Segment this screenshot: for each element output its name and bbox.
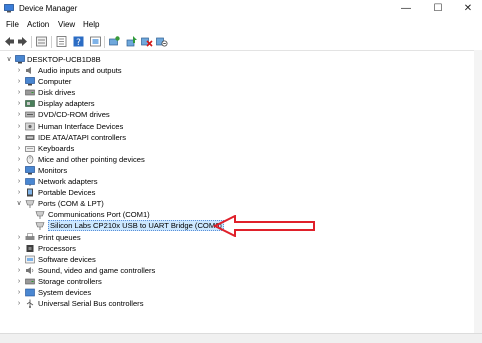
expand-chevron-icon[interactable]: ›	[15, 154, 23, 165]
device-view-icon[interactable]	[35, 35, 48, 48]
portable-device-icon	[27, 188, 33, 197]
tree-category-label: System devices	[38, 288, 92, 297]
collapse-chevron-icon[interactable]: ∨	[15, 198, 23, 209]
system-device-icon	[25, 288, 35, 297]
expand-chevron-icon[interactable]: ›	[15, 98, 23, 109]
hid-icon	[25, 122, 35, 130]
expand-chevron-icon[interactable]: ›	[15, 121, 23, 132]
tree-category-label: DVD/CD-ROM drives	[38, 110, 110, 120]
tree-category-label: Print queues	[38, 232, 81, 242]
expand-chevron-icon[interactable]: ›	[15, 243, 23, 254]
port-connector-icon	[35, 222, 45, 231]
expand-chevron-icon[interactable]: ›	[15, 132, 23, 143]
device-manager-window: Device Manager — ☐ ✕ File Action View He…	[0, 0, 482, 343]
tree-category-label: Disk drives	[38, 88, 76, 98]
forward-arrow-icon[interactable]	[16, 35, 29, 48]
tree-category-label: Display adapters	[38, 99, 95, 109]
mouse-icon	[26, 154, 34, 164]
port-icon	[25, 200, 35, 209]
close-button[interactable]: ✕	[454, 0, 482, 18]
printer-icon	[25, 232, 35, 240]
tree-category-label: Mice and other pointing devices	[38, 154, 145, 164]
minimize-button[interactable]: —	[392, 0, 420, 18]
expand-chevron-icon[interactable]: ›	[15, 232, 23, 243]
sound-icon	[26, 266, 34, 274]
menu-action[interactable]: Action	[27, 20, 49, 29]
port-connector-icon	[35, 211, 45, 220]
tree-category-label: Audio inputs and outputs	[38, 66, 122, 75]
device-tree: ∨ DESKTOP-UCB1D8B › Audio inputs and outp…	[0, 52, 474, 334]
expand-chevron-icon[interactable]: ›	[15, 298, 23, 309]
tree-category-label: Human Interface Devices	[38, 121, 124, 131]
expand-chevron-icon[interactable]: ›	[15, 287, 23, 298]
annotation-arrow	[213, 215, 315, 237]
tree-category-label: Storage controllers	[38, 276, 102, 286]
tree-category-label: Computer	[38, 77, 72, 87]
tree-category-label: Network adapters	[38, 177, 98, 186]
dvd-drive-icon	[25, 112, 35, 118]
keyboard-icon	[25, 145, 35, 152]
status-bar	[0, 333, 482, 343]
toolbar: ?	[0, 34, 482, 51]
tree-category-label: Processors	[38, 243, 76, 253]
display-adapter-icon	[25, 100, 35, 108]
tree-category-label: Portable Devices	[38, 188, 96, 198]
processor-icon	[26, 244, 34, 252]
help-icon[interactable]: ?	[72, 35, 85, 48]
window-title: Device Manager	[19, 4, 78, 13]
speaker-icon	[26, 67, 31, 74]
expand-chevron-icon[interactable]: ›	[15, 109, 23, 120]
expand-chevron-icon[interactable]: ›	[15, 254, 23, 265]
device-manager-icon	[4, 4, 14, 13]
network-adapter-icon	[25, 178, 35, 186]
menu-bar: File Action View Help	[0, 19, 482, 32]
vertical-scrollbar[interactable]	[474, 50, 482, 334]
disk-drive-icon	[25, 89, 35, 96]
menu-file[interactable]: File	[6, 20, 19, 29]
expand-chevron-icon[interactable]: ›	[15, 276, 23, 287]
software-device-icon	[25, 255, 35, 263]
show-hidden-icon[interactable]	[89, 35, 102, 48]
expand-chevron-icon[interactable]: ›	[15, 165, 23, 176]
maximize-button[interactable]: ☐	[424, 0, 452, 18]
expand-chevron-icon[interactable]: ›	[15, 87, 23, 98]
disable-device-icon[interactable]	[140, 35, 153, 48]
computer-icon	[15, 55, 25, 64]
expand-chevron-icon[interactable]: ›	[15, 65, 23, 76]
tree-category-label: Universal Serial Bus controllers	[38, 299, 144, 309]
properties-icon[interactable]	[55, 35, 68, 48]
computer-icon	[25, 77, 35, 86]
tree-category-label: Sound, video and game controllers	[38, 265, 156, 275]
tree-category-label: IDE ATA/ATAPI controllers	[38, 132, 127, 142]
collapse-chevron-icon[interactable]: ∨	[5, 54, 13, 65]
usb-icon	[26, 299, 34, 309]
update-driver-icon[interactable]	[125, 35, 138, 48]
tree-root-label: DESKTOP-UCB1D8B	[27, 55, 101, 64]
menu-view[interactable]: View	[58, 20, 75, 29]
expand-chevron-icon[interactable]: ›	[15, 176, 23, 187]
expand-chevron-icon[interactable]: ›	[15, 76, 23, 87]
title-bar: Device Manager — ☐ ✕	[0, 0, 482, 18]
toolbar-separator	[104, 36, 105, 48]
back-arrow-icon[interactable]	[3, 35, 16, 48]
tree-device-selected-label: Silicon Labs CP210x USB to UART Bridge (…	[48, 220, 224, 232]
toolbar-separator	[51, 36, 52, 48]
tree-device-label: Communications Port (COM1)	[48, 210, 150, 220]
expand-chevron-icon[interactable]: ›	[15, 265, 23, 276]
tree-category-label: Ports (COM & LPT)	[38, 199, 104, 209]
tree-category-label: Software devices	[38, 254, 96, 264]
menu-help[interactable]: Help	[83, 20, 99, 29]
svg-text:?: ?	[76, 38, 81, 48]
ide-controller-icon	[25, 134, 35, 140]
expand-chevron-icon[interactable]: ›	[15, 187, 23, 198]
monitor-icon	[25, 166, 35, 175]
storage-icon	[25, 278, 35, 285]
expand-chevron-icon[interactable]: ›	[15, 143, 23, 154]
tree-category-label: Keyboards	[38, 143, 75, 153]
uninstall-device-icon[interactable]	[155, 35, 168, 48]
toolbar-separator	[31, 36, 32, 48]
scan-hardware-icon[interactable]	[108, 35, 121, 48]
tree-category-label: Monitors	[38, 165, 68, 175]
